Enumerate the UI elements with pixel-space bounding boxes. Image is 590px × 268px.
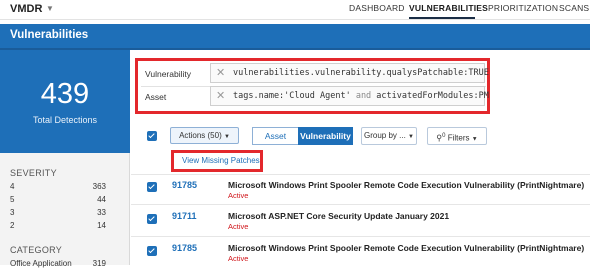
nav-scans[interactable]: SCANS	[559, 3, 589, 13]
view-toggle-asset[interactable]: Asset	[252, 127, 299, 145]
severity-level: 3	[10, 208, 15, 217]
page-title: Vulnerabilities	[10, 29, 89, 41]
category-heading: CATEGORY	[10, 245, 63, 255]
severity-count: 44	[97, 195, 106, 204]
asset-filter-label: Asset	[145, 92, 167, 102]
severity-level: 2	[10, 221, 15, 230]
row-checkbox[interactable]	[147, 214, 157, 224]
vulnerability-query-text[interactable]: vulnerabilities.vulnerability.qualysPatc…	[233, 68, 489, 78]
view-missing-patches-menu-item[interactable]: View Missing Patches	[182, 156, 260, 165]
app-switcher-chevron-icon[interactable]: ▼	[46, 4, 54, 13]
vulnerability-filter-label: Vulnerability	[145, 69, 191, 79]
nav-dashboard[interactable]: DASHBOARD	[349, 3, 405, 13]
app-logo[interactable]: VMDR	[10, 3, 42, 15]
filters-button[interactable]: ⚲0 Filters ▼	[427, 127, 487, 145]
asset-query-term: activatedForModules:PM	[376, 91, 489, 101]
status-badge: Active	[228, 254, 249, 263]
view-toggle-vulnerability[interactable]: Vulnerability	[298, 127, 353, 145]
nav-vulnerabilities[interactable]: VULNERABILITIES	[409, 3, 488, 13]
status-badge: Active	[228, 222, 249, 231]
nav-active-indicator	[409, 17, 475, 19]
vulnerability-title[interactable]: Microsoft Windows Print Spooler Remote C…	[228, 243, 584, 253]
category-count: 319	[92, 259, 106, 268]
total-detections-count: 439	[40, 78, 90, 110]
severity-heading: SEVERITY	[10, 168, 57, 178]
row-checkbox[interactable]	[147, 182, 157, 192]
filters-count-badge: 0	[442, 133, 446, 139]
category-label: Office Application	[10, 259, 72, 268]
row-divider	[131, 174, 590, 175]
category-row[interactable]: Office Application 319	[10, 259, 106, 268]
qid-link[interactable]: 91711	[172, 211, 197, 221]
actions-button-label: Actions (50)	[179, 131, 222, 140]
status-badge: Active	[228, 191, 249, 200]
chevron-down-icon: ▼	[408, 134, 414, 140]
qid-link[interactable]: 91785	[172, 180, 197, 190]
vulnerability-title[interactable]: Microsoft Windows Print Spooler Remote C…	[228, 180, 584, 190]
actions-button[interactable]: Actions (50) ▼	[170, 127, 239, 144]
severity-row[interactable]: 5 44	[10, 195, 106, 204]
severity-row[interactable]: 2 14	[10, 221, 106, 230]
vulnerability-title[interactable]: Microsoft ASP.NET Core Security Update J…	[228, 211, 449, 221]
row-divider	[131, 204, 590, 205]
asset-query-operator: and	[350, 91, 377, 101]
severity-row[interactable]: 4 363	[10, 182, 106, 191]
row-divider	[131, 236, 590, 237]
filters-button-label: Filters	[447, 133, 470, 143]
severity-level: 5	[10, 195, 15, 204]
severity-level: 4	[10, 182, 15, 191]
total-detections-label: Total Detections	[32, 115, 98, 125]
row-checkbox[interactable]	[147, 246, 157, 256]
severity-count: 33	[97, 208, 106, 217]
nav-prioritization[interactable]: PRIORITIZATION	[488, 3, 558, 13]
chevron-down-icon: ▼	[471, 136, 478, 143]
severity-row[interactable]: 3 33	[10, 208, 106, 217]
asset-query-text[interactable]: tags.name:'Cloud Agent' and activatedFor…	[233, 91, 489, 101]
qid-link[interactable]: 91785	[172, 243, 197, 253]
chevron-down-icon: ▼	[223, 134, 230, 140]
asset-query-term: tags.name:'Cloud Agent'	[233, 91, 351, 101]
clear-icon[interactable]: ✕	[216, 89, 225, 102]
title-bar	[0, 24, 590, 48]
severity-count: 14	[97, 221, 106, 230]
severity-count: 363	[92, 182, 106, 191]
clear-icon[interactable]: ✕	[216, 66, 225, 79]
group-by-label: Group by ...	[364, 131, 406, 140]
group-by-dropdown[interactable]: Group by ... ▼	[361, 127, 417, 145]
select-all-checkbox[interactable]	[147, 131, 157, 141]
